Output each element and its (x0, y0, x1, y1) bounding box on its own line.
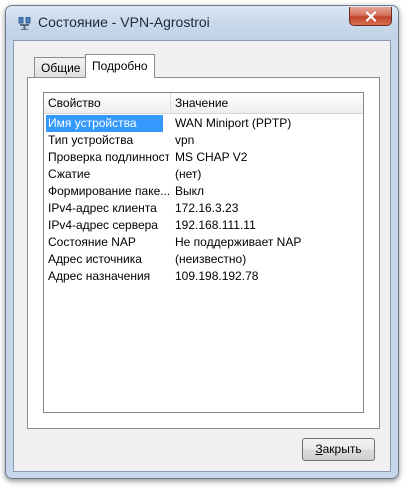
property-cell: Формирование паке... (48, 184, 169, 198)
value-cell: (неизвестно) (175, 252, 247, 266)
window-title: Состояние - VPN-Agrostroi (38, 14, 210, 30)
close-button-label: акрыть (322, 442, 362, 456)
list-row[interactable]: IPv4-адрес клиента 172.16.3.23 (44, 200, 363, 217)
property-cell: Состояние NAP (48, 235, 136, 249)
list-row[interactable]: Проверка подлинности MS CHAP V2 (44, 149, 363, 166)
value-cell: 109.198.192.78 (175, 269, 259, 283)
list-row[interactable]: Сжатие (нет) (44, 166, 363, 183)
window-close-button[interactable] (349, 7, 392, 26)
property-cell: Адрес источника (48, 252, 142, 266)
list-row[interactable]: Формирование паке... Выкл (44, 183, 363, 200)
value-cell: MS CHAP V2 (175, 150, 248, 164)
close-icon (365, 10, 377, 22)
property-cell: IPv4-адрес клиента (48, 201, 157, 215)
property-cell: Адрес назначения (48, 269, 151, 283)
property-cell: Сжатие (48, 167, 91, 181)
close-button[interactable]: Закрыть (302, 438, 375, 461)
dialog-client-area: Общие Подробно Свойство Значение Имя уст… (13, 40, 391, 472)
list-row[interactable]: Состояние NAP Не поддерживает NAP (44, 234, 363, 251)
value-cell: Выкл (175, 184, 205, 198)
column-header-property[interactable]: Свойство (44, 93, 171, 113)
list-row[interactable]: IPv4-адрес сервера 192.168.111.11 (44, 217, 363, 234)
list-row[interactable]: Адрес назначения 109.198.192.78 (44, 268, 363, 285)
value-cell: Не поддерживает NAP (175, 235, 302, 249)
title-bar[interactable]: Состояние - VPN-Agrostroi (6, 6, 398, 40)
close-button-accelerator: З (315, 442, 323, 456)
value-cell: (нет) (175, 167, 202, 181)
column-header-value[interactable]: Значение (171, 93, 363, 113)
list-header: Свойство Значение (44, 93, 363, 114)
property-cell: IPv4-адрес сервера (48, 218, 158, 232)
property-cell: Тип устройства (48, 133, 134, 147)
property-cell: Имя устройства (46, 115, 163, 132)
property-cell: Проверка подлинности (48, 150, 169, 164)
list-rows: Имя устройства WAN Miniport (PPTP) Тип у… (44, 115, 363, 285)
tab-details[interactable]: Подробно (85, 54, 155, 78)
value-cell: 192.168.111.11 (175, 218, 256, 232)
tab-general[interactable]: Общие (34, 57, 88, 77)
list-row[interactable]: Адрес источника (неизвестно) (44, 251, 363, 268)
value-cell: WAN Miniport (PPTP) (175, 116, 292, 130)
value-cell: vpn (175, 133, 195, 147)
network-connection-icon (18, 16, 31, 30)
list-row[interactable]: Имя устройства WAN Miniport (PPTP) (44, 115, 363, 132)
tab-panel-details: Свойство Значение Имя устройства WAN Min… (27, 77, 380, 429)
details-list[interactable]: Свойство Значение Имя устройства WAN Min… (43, 92, 364, 413)
dialog-window: Состояние - VPN-Agrostroi Общие Подробно… (5, 5, 399, 479)
value-cell: 172.16.3.23 (175, 201, 239, 215)
list-row[interactable]: Тип устройства vpn (44, 132, 363, 149)
